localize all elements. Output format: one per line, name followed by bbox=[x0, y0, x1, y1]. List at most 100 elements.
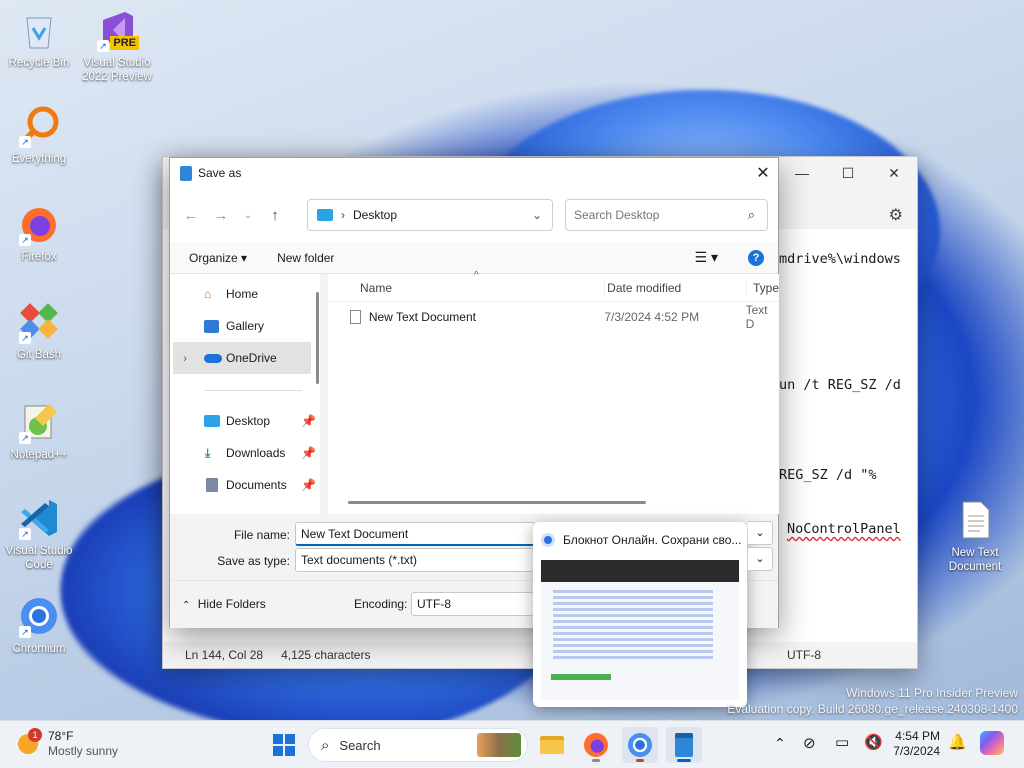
search-highlight-icon bbox=[477, 733, 521, 757]
shortcut-arrow-icon: ↗ bbox=[19, 136, 31, 148]
weather-condition: Mostly sunny bbox=[48, 744, 119, 758]
text-file-icon bbox=[953, 498, 997, 542]
network-icon[interactable]: ⊘ bbox=[803, 734, 816, 752]
table-row[interactable]: New Text Document 7/3/2024 4:52 PM Text … bbox=[328, 302, 779, 332]
text-file-icon bbox=[350, 310, 361, 324]
desktop-folder-icon bbox=[317, 209, 333, 221]
nav-item-documents[interactable]: Documents 📌 bbox=[170, 469, 320, 501]
desktop-icon-visual-studio[interactable]: ↗ PRE Visual Studio 2022 Preview bbox=[78, 8, 156, 84]
shortcut-arrow-icon: ↗ bbox=[19, 432, 31, 444]
sort-indicator-icon: ^ bbox=[474, 270, 479, 281]
search-box[interactable]: ⌕ bbox=[565, 199, 768, 231]
organize-button[interactable]: Organize ▾ bbox=[189, 251, 247, 265]
desktop-icon-recycle-bin[interactable]: Recycle Bin bbox=[0, 8, 78, 70]
desktop-icon-notepad-plus-plus[interactable]: ↗ Notepad++ bbox=[0, 400, 78, 462]
chromium-icon bbox=[628, 733, 652, 757]
notepad-app-icon bbox=[180, 165, 192, 181]
maximize-button[interactable]: ☐ bbox=[825, 165, 871, 182]
new-folder-button[interactable]: New folder bbox=[277, 251, 334, 265]
vscode-icon: ↗ bbox=[17, 496, 61, 540]
encoding-select[interactable]: UTF-8 bbox=[411, 592, 535, 616]
file-date: 7/3/2024 4:52 PM bbox=[604, 310, 700, 324]
volume-icon[interactable]: 🔇 bbox=[864, 733, 883, 751]
running-indicator bbox=[636, 759, 644, 762]
column-header-date[interactable]: Date modified bbox=[604, 280, 746, 295]
taskbar-firefox[interactable] bbox=[578, 727, 614, 763]
desktop-icon-firefox[interactable]: ↗ Firefox bbox=[0, 202, 78, 264]
nav-item-home[interactable]: ⌂ Home bbox=[170, 278, 320, 310]
forward-arrow-icon[interactable]: → bbox=[206, 207, 236, 224]
show-hidden-icons-chevron-icon[interactable]: ⌃ bbox=[774, 735, 786, 752]
pin-icon[interactable]: 📌 bbox=[301, 414, 316, 428]
nav-item-desktop[interactable]: Desktop 📌 bbox=[170, 405, 320, 437]
notification-bell-icon[interactable]: 🔔 bbox=[948, 733, 967, 751]
minimize-button[interactable]: — bbox=[779, 165, 825, 181]
taskbar-thumbnail-preview[interactable]: Блокнот Онлайн. Сохрани сво... bbox=[533, 522, 747, 707]
taskbar-notepad[interactable] bbox=[666, 727, 702, 763]
search-input[interactable] bbox=[574, 208, 734, 222]
desktop-icon-new-text-document[interactable]: New Text Document bbox=[936, 498, 1014, 574]
notification-badge: 1 bbox=[28, 728, 42, 742]
dialog-input-fragment[interactable]: ⌄ bbox=[748, 521, 773, 545]
git-bash-icon: ↗ bbox=[17, 300, 61, 344]
nav-item-downloads[interactable]: ⤓ Downloads 📌 bbox=[170, 437, 320, 469]
clock[interactable]: 4:54 PM 7/3/2024 bbox=[892, 729, 940, 759]
taskbar-chromium[interactable] bbox=[622, 727, 658, 763]
dialog-select-fragment[interactable]: ⌄ bbox=[748, 547, 773, 571]
pin-icon[interactable]: 📌 bbox=[301, 478, 316, 492]
nav-scrollbar[interactable] bbox=[316, 292, 319, 384]
help-icon[interactable]: ? bbox=[748, 249, 764, 266]
hide-folders-button[interactable]: ⌃ Hide Folders bbox=[182, 597, 266, 611]
windows-logo-icon bbox=[273, 734, 295, 756]
close-button[interactable]: ✕ bbox=[748, 163, 778, 183]
recent-chevron-icon[interactable]: ⌄ bbox=[236, 210, 260, 221]
back-arrow-icon[interactable]: ← bbox=[176, 207, 206, 224]
file-name-field[interactable]: New Text Document bbox=[295, 522, 535, 546]
desktop-icon-chromium[interactable]: ↗ Chromium bbox=[0, 594, 78, 656]
copilot-icon[interactable] bbox=[980, 731, 1004, 755]
address-bar[interactable]: › Desktop ⌄ ↻ bbox=[307, 199, 614, 231]
clock-time: 4:54 PM bbox=[895, 729, 940, 743]
close-button[interactable]: ✕ bbox=[871, 165, 917, 182]
up-arrow-icon[interactable]: ↑ bbox=[260, 207, 290, 224]
search-label: Search bbox=[339, 737, 381, 753]
breadcrumb-desktop[interactable]: Desktop bbox=[353, 208, 397, 222]
desktop-icon-everything[interactable]: ↗ Everything bbox=[0, 104, 78, 166]
chromium-icon: ↗ bbox=[17, 594, 61, 638]
cursor-position: Ln 144, Col 28 bbox=[185, 648, 264, 662]
desktop-icon-vscode[interactable]: ↗ Visual Studio Code bbox=[0, 496, 78, 572]
taskbar-file-explorer[interactable] bbox=[534, 727, 570, 763]
display-icon[interactable]: ▭ bbox=[835, 733, 849, 751]
character-count: 4,125 characters bbox=[281, 648, 371, 662]
breadcrumb-chevron-icon: › bbox=[341, 208, 345, 222]
save-type-select[interactable]: Text documents (*.txt) bbox=[295, 548, 535, 572]
nav-divider bbox=[204, 390, 302, 391]
view-options-icon[interactable]: ☰ ▾ bbox=[695, 249, 718, 266]
column-header-type[interactable]: Type bbox=[745, 280, 779, 295]
column-header-name[interactable]: Name bbox=[360, 281, 604, 295]
nav-item-onedrive[interactable]: › OneDrive bbox=[173, 342, 311, 374]
weather-widget[interactable]: 1 78°F Mostly sunny bbox=[18, 728, 119, 759]
desktop-icon bbox=[204, 415, 220, 427]
nav-item-gallery[interactable]: Gallery bbox=[170, 310, 320, 342]
taskbar: 1 78°F Mostly sunny ⌕ Search ⌃ ⊘ ▭ 🔇 4:5… bbox=[0, 720, 1024, 768]
navigation-pane: ⌂ Home Gallery › OneDrive Desktop 📌 ⤓ Do… bbox=[170, 274, 320, 514]
dialog-titlebar: Save as ✕ bbox=[170, 158, 778, 188]
settings-icon[interactable]: ⚙ bbox=[889, 205, 903, 225]
search-icon: ⌕ bbox=[747, 207, 755, 222]
column-headers: Name Date modified Type bbox=[328, 274, 779, 302]
horizontal-scrollbar[interactable] bbox=[348, 501, 646, 504]
clock-date: 7/3/2024 bbox=[893, 744, 940, 758]
notepad-plus-plus-icon: ↗ bbox=[17, 400, 61, 444]
pin-icon[interactable]: 📌 bbox=[301, 446, 316, 460]
desktop-icon-git-bash[interactable]: ↗ Git Bash bbox=[0, 300, 78, 362]
file-list[interactable]: Name Date modified Type ^ New Text Docum… bbox=[328, 270, 779, 514]
search-icon: ⌕ bbox=[321, 736, 330, 754]
address-dropdown-icon[interactable]: ⌄ bbox=[532, 208, 542, 222]
recycle-bin-icon bbox=[17, 8, 61, 52]
document-icon bbox=[206, 478, 218, 492]
start-button[interactable] bbox=[266, 727, 302, 763]
save-type-label: Save as type: bbox=[217, 554, 290, 568]
taskbar-search[interactable]: ⌕ Search bbox=[308, 728, 528, 762]
onedrive-icon bbox=[204, 353, 222, 363]
